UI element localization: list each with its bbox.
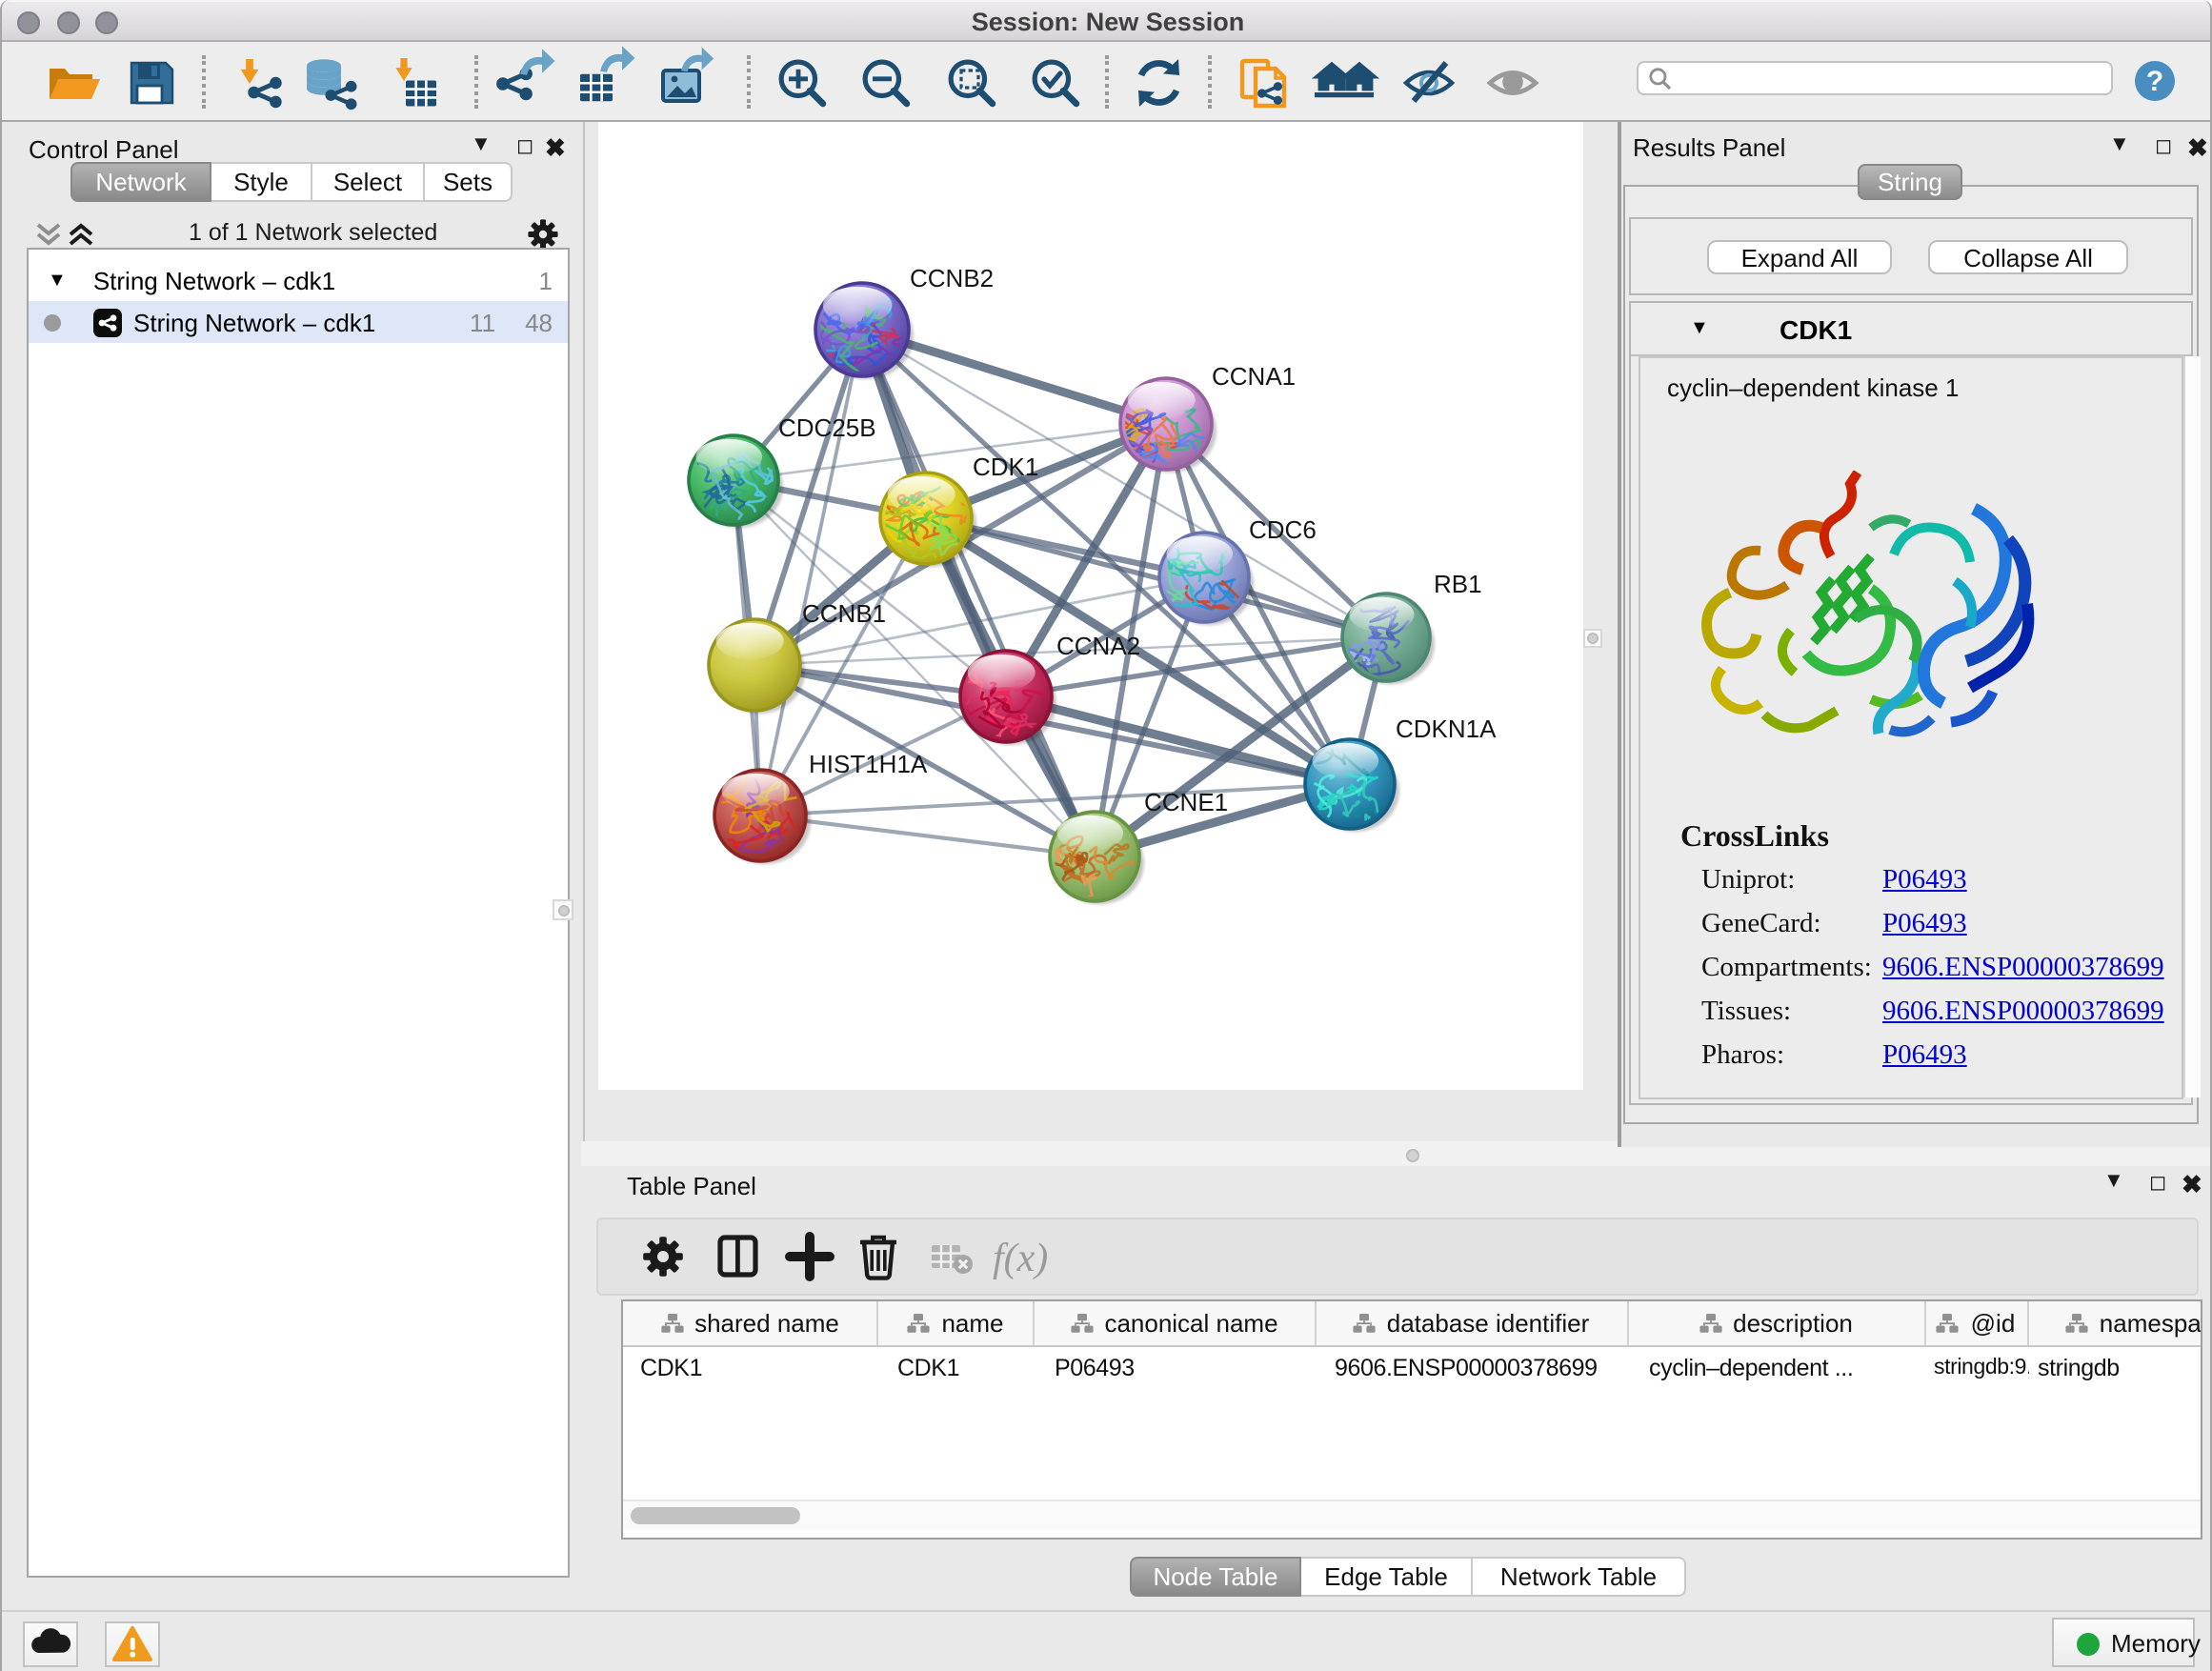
svg-text:CDC25B: CDC25B (778, 413, 876, 442)
svg-text:HIST1H1A: HIST1H1A (809, 750, 928, 778)
svg-text:CCNB2: CCNB2 (910, 264, 994, 292)
svg-text:CDK1: CDK1 (973, 453, 1038, 481)
svg-text:f(x): f(x) (993, 1236, 1048, 1279)
svg-text:CCNA2: CCNA2 (1056, 632, 1140, 660)
svg-text:RB1: RB1 (1434, 570, 1482, 598)
svg-text:CCNA1: CCNA1 (1212, 362, 1296, 391)
svg-text:CCNB1: CCNB1 (802, 599, 886, 628)
svg-text:CCNE1: CCNE1 (1144, 788, 1228, 816)
svg-text:?: ? (2146, 66, 2163, 97)
svg-text:CDC6: CDC6 (1249, 515, 1317, 544)
svg-text:CDKN1A: CDKN1A (1396, 715, 1497, 743)
